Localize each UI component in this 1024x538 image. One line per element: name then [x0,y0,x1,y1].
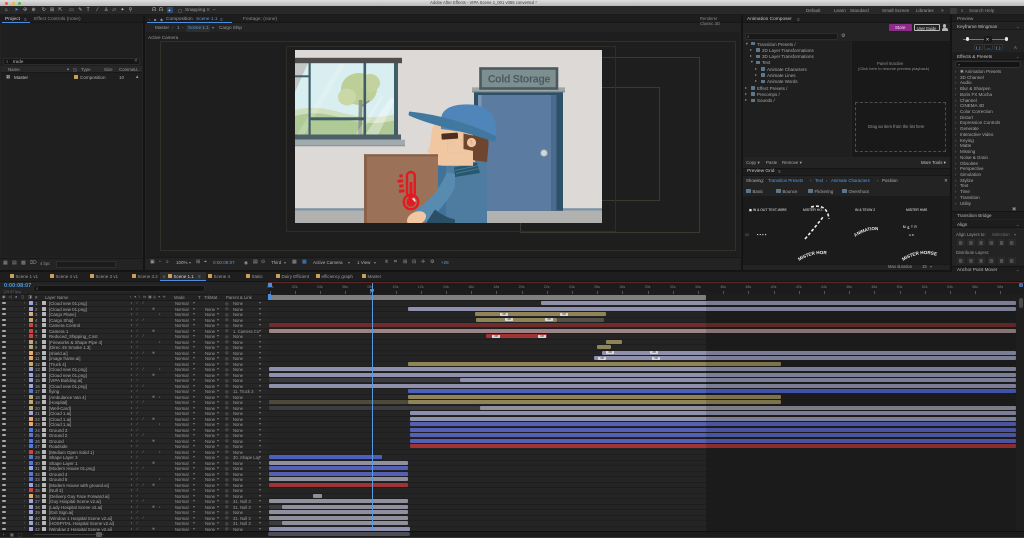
svg-text:MISTER HORSE: MISTER HORSE [901,250,938,262]
svg-text:ᴬ ᴺ: ᴬ ᴺ [908,233,914,238]
svg-text:ᴹ ꜱ ᵀ ᴿ: ᴹ ꜱ ᵀ ᴿ [903,225,917,231]
svg-text:ANIMATION: ANIMATION [853,226,878,238]
svg-text:◼ IN & OUT TEXT-WIRE: ◼ IN & OUT TEXT-WIRE [749,208,787,212]
svg-text:03: 03 [745,233,749,237]
svg-text:MISTER HO..: MISTER HO.. [803,208,824,212]
svg-text:IN & TEXW 2: IN & TEXW 2 [855,208,875,212]
svg-text:MISTER HOR: MISTER HOR [797,250,828,262]
svg-text:ANIMATION: ANIMATION [743,195,746,196]
svg-text:Cold Storage: Cold Storage [488,74,551,86]
svg-text:MISTER HMS: MISTER HMS [906,208,928,212]
svg-text:▪ ▪ ▪ ▪: ▪ ▪ ▪ ▪ [757,232,767,237]
